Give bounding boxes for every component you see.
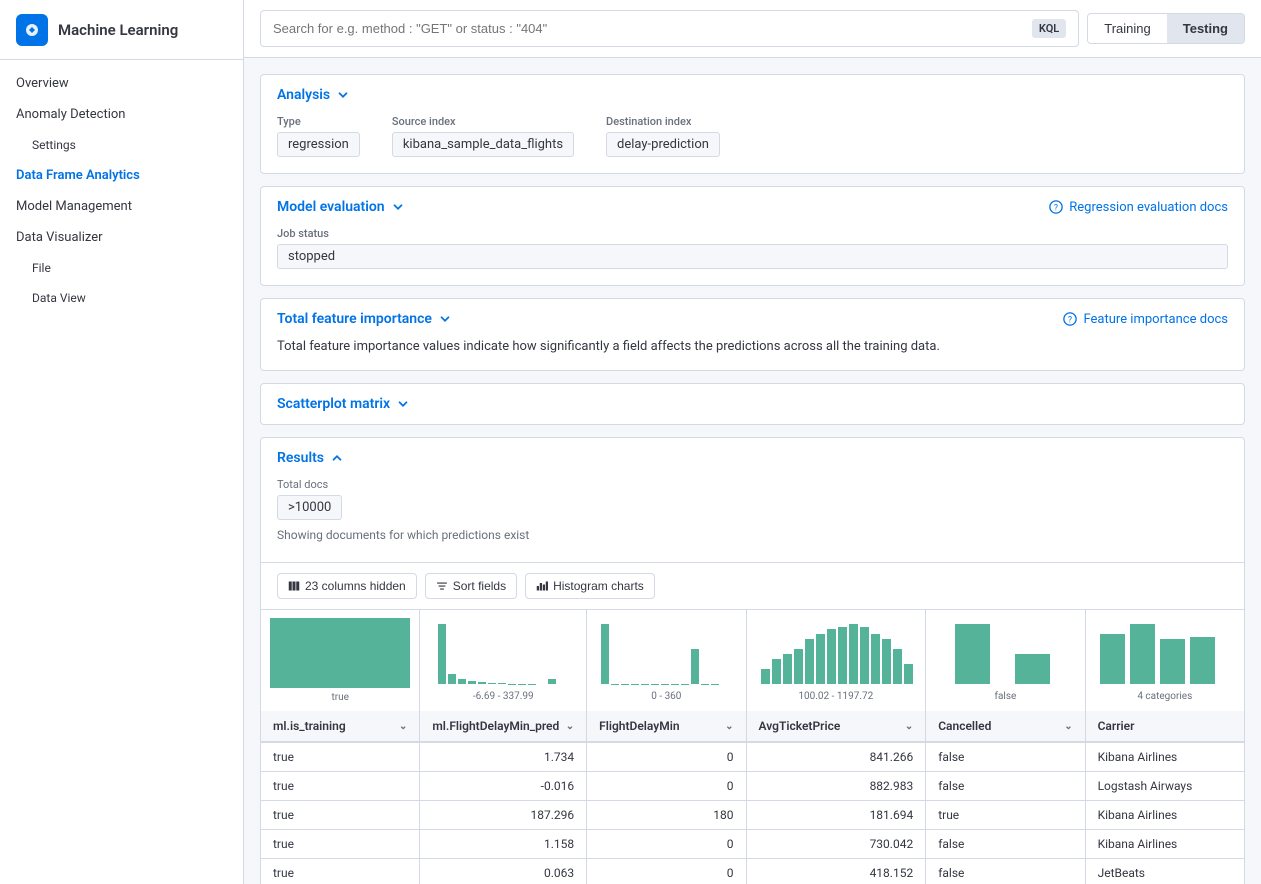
- sort-fields-button[interactable]: Sort fields: [425, 573, 517, 599]
- table-toolbar: 23 columns hidden Sort fields Histogram …: [261, 562, 1244, 610]
- histogram-ml-flight: [433, 619, 573, 689]
- model-eval-toggle[interactable]: Model evaluation: [277, 199, 405, 215]
- sort-icon: ⌄: [905, 721, 913, 732]
- sidebar-header: Machine Learning: [0, 0, 243, 60]
- histogram-avg-ticket: [756, 619, 916, 689]
- col-header-flight-delay[interactable]: FlightDelayMin ⌄: [587, 711, 746, 742]
- table-row: true 1.734 0 841.266 false Kibana Airlin…: [261, 742, 1244, 772]
- sidebar-nav: Overview Anomaly Detection Settings Data…: [0, 60, 243, 884]
- column-headers: ml.is_training ⌄ ml.FlightDelayMin_pred …: [261, 711, 1244, 742]
- content-area: Analysis Type regression Source index ki…: [244, 58, 1261, 884]
- col-header-avg-ticket[interactable]: AvgTicketPrice ⌄: [746, 711, 926, 742]
- docs-icon: ?: [1049, 200, 1063, 214]
- sort-icon: ⌄: [1064, 721, 1072, 732]
- scatterplot-header: Scatterplot matrix: [261, 384, 1244, 424]
- feature-importance-toggle[interactable]: Total feature importance: [277, 311, 452, 327]
- results-body: Total docs >10000 Showing documents for …: [261, 478, 1244, 562]
- search-input[interactable]: [273, 21, 1024, 36]
- model-eval-body: Job status stopped: [261, 227, 1244, 285]
- view-tabs: Training Testing: [1087, 13, 1245, 44]
- chevron-down-icon: [438, 312, 452, 326]
- col-header-cancelled[interactable]: Cancelled ⌄: [926, 711, 1085, 742]
- results-panel: Results Total docs >10000 Showing docume…: [260, 437, 1245, 884]
- sidebar-item-model-management[interactable]: Model Management: [0, 191, 243, 222]
- col-header-ml-is-training[interactable]: ml.is_training ⌄: [261, 711, 420, 742]
- ml-icon: [23, 21, 41, 39]
- destination-index-field: Destination index delay-prediction: [606, 115, 720, 157]
- source-index-field: Source index kibana_sample_data_flights: [392, 115, 574, 157]
- app-title: Machine Learning: [58, 21, 178, 39]
- histogram-charts-button[interactable]: Histogram charts: [525, 573, 655, 599]
- table-row: true 187.296 180 181.694 true Kibana Air…: [261, 801, 1244, 830]
- analysis-panel-header: Analysis: [261, 75, 1244, 115]
- svg-text:?: ?: [1054, 204, 1058, 214]
- tab-testing[interactable]: Testing: [1167, 14, 1244, 43]
- feature-importance-docs-link[interactable]: ? Feature importance docs: [1063, 312, 1228, 327]
- histogram-icon: [536, 580, 548, 592]
- model-evaluation-panel: Model evaluation ? Regression evaluation…: [260, 186, 1245, 286]
- col-header-ml-flight-delay[interactable]: ml.FlightDelayMin_pred ⌄: [420, 711, 587, 742]
- kql-badge[interactable]: KQL: [1032, 19, 1066, 38]
- histogram-row: true: [261, 610, 1244, 711]
- sidebar-item-file[interactable]: File: [0, 253, 243, 283]
- feature-importance-body: Total feature importance values indicate…: [261, 339, 1244, 370]
- results-table: true: [261, 610, 1244, 884]
- regression-eval-docs-link[interactable]: ? Regression evaluation docs: [1049, 200, 1228, 215]
- analysis-fields: Type regression Source index kibana_samp…: [277, 115, 1228, 157]
- app-logo: [16, 14, 48, 46]
- model-eval-header: Model evaluation ? Regression evaluation…: [261, 187, 1244, 227]
- tab-training[interactable]: Training: [1088, 14, 1166, 43]
- chevron-down-icon: [396, 397, 410, 411]
- analysis-panel-body: Type regression Source index kibana_samp…: [261, 115, 1244, 173]
- table-row: true -0.016 0 882.983 false Logstash Air…: [261, 772, 1244, 801]
- sidebar: Machine Learning Overview Anomaly Detect…: [0, 0, 244, 884]
- chevron-down-icon: [336, 88, 350, 102]
- docs-icon: ?: [1063, 312, 1077, 326]
- analysis-panel: Analysis Type regression Source index ki…: [260, 74, 1245, 174]
- type-field: Type regression: [277, 115, 360, 157]
- sort-icon: ⌄: [725, 721, 733, 732]
- scatterplot-toggle[interactable]: Scatterplot matrix: [277, 396, 410, 412]
- histogram-flight-delay: [596, 619, 736, 689]
- job-status-field: Job status stopped: [277, 227, 1228, 269]
- sidebar-item-data-view[interactable]: Data View: [0, 283, 243, 313]
- histogram-cancelled: [935, 619, 1075, 689]
- sort-icon: ⌄: [566, 721, 574, 732]
- sidebar-item-settings[interactable]: Settings: [0, 130, 243, 160]
- chevron-down-icon: [391, 200, 405, 214]
- analysis-toggle[interactable]: Analysis: [277, 87, 350, 103]
- table-row: true 0.063 0 418.152 false JetBeats: [261, 859, 1244, 884]
- scatterplot-panel: Scatterplot matrix: [260, 383, 1245, 425]
- columns-hidden-button[interactable]: 23 columns hidden: [277, 573, 417, 599]
- sort-icon: [436, 580, 448, 592]
- table-row: true 1.158 0 730.042 false Kibana Airlin…: [261, 830, 1244, 859]
- sidebar-item-overview[interactable]: Overview: [0, 68, 243, 99]
- results-header: Results: [261, 438, 1244, 478]
- search-box[interactable]: KQL: [260, 10, 1079, 47]
- chevron-up-icon: [330, 451, 344, 465]
- results-table-body: true 1.734 0 841.266 false Kibana Airlin…: [261, 742, 1244, 884]
- sidebar-item-data-visualizer[interactable]: Data Visualizer: [0, 222, 243, 253]
- feature-importance-header: Total feature importance ? Feature impor…: [261, 299, 1244, 339]
- col-header-carrier[interactable]: Carrier: [1085, 711, 1244, 742]
- results-table-container: true: [261, 610, 1244, 884]
- columns-icon: [288, 580, 300, 592]
- main-content: KQL Training Testing Analysis Type regre…: [244, 0, 1261, 884]
- sidebar-item-anomaly-detection[interactable]: Anomaly Detection: [0, 99, 243, 130]
- histogram-carrier: [1095, 619, 1235, 689]
- sidebar-item-data-frame-analytics[interactable]: Data Frame Analytics: [0, 160, 243, 191]
- svg-text:?: ?: [1068, 316, 1072, 326]
- total-docs-section: Total docs >10000: [277, 478, 1228, 520]
- sort-icon: ⌄: [399, 721, 407, 732]
- results-toggle[interactable]: Results: [277, 450, 344, 466]
- feature-importance-panel: Total feature importance ? Feature impor…: [260, 298, 1245, 371]
- topbar: KQL Training Testing: [244, 0, 1261, 58]
